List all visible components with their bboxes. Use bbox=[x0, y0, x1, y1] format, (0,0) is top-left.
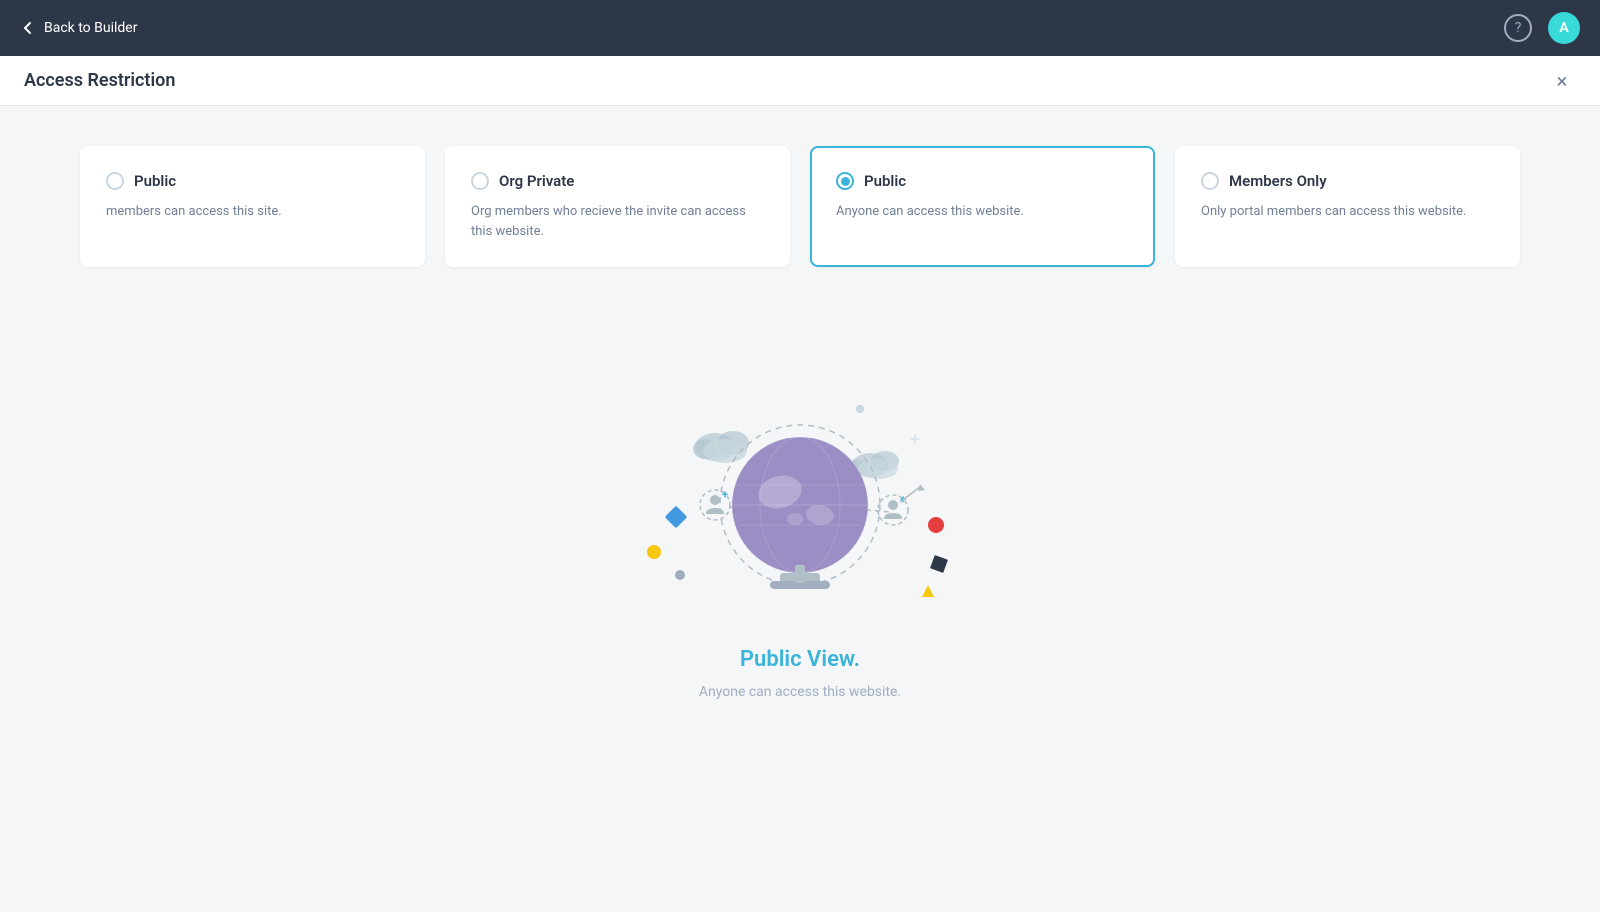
card-desc-2: Anyone can access this website. bbox=[836, 202, 1129, 222]
card-title-0: Public bbox=[134, 172, 176, 190]
caption-title: Public View. bbox=[740, 647, 860, 672]
topbar: Back to Builder ? A bbox=[0, 0, 1600, 56]
card-title-1: Org Private bbox=[499, 172, 574, 190]
radio-0 bbox=[106, 172, 124, 190]
card-members-only[interactable]: Members Only Only portal members can acc… bbox=[1175, 146, 1520, 267]
help-button[interactable]: ? bbox=[1504, 14, 1532, 42]
avatar[interactable]: A bbox=[1548, 12, 1580, 44]
card-radio-row-2: Public bbox=[836, 172, 1129, 190]
arrow-left-icon bbox=[20, 20, 36, 36]
card-desc-0: members can access this site. bbox=[106, 202, 399, 222]
card-public-selected[interactable]: Public Anyone can access this website. bbox=[810, 146, 1155, 267]
page-title: Access Restriction bbox=[24, 70, 175, 91]
close-button[interactable]: × bbox=[1548, 67, 1576, 95]
svg-text:+: + bbox=[722, 488, 728, 501]
access-cards-row: Public members can access this site. Org… bbox=[80, 146, 1520, 267]
radio-2 bbox=[836, 172, 854, 190]
back-label: Back to Builder bbox=[44, 20, 137, 36]
radio-inner-2 bbox=[841, 177, 850, 186]
back-to-builder-button[interactable]: Back to Builder bbox=[20, 20, 137, 36]
caption-desc: Anyone can access this website. bbox=[699, 684, 901, 700]
card-title-2: Public bbox=[864, 172, 906, 190]
radio-1 bbox=[471, 172, 489, 190]
card-org-private[interactable]: Org Private Org members who recieve the … bbox=[445, 146, 790, 267]
card-radio-row-1: Org Private bbox=[471, 172, 764, 190]
card-public-left[interactable]: Public members can access this site. bbox=[80, 146, 425, 267]
illustration-area: + + + bbox=[80, 327, 1520, 740]
card-radio-row-0: Public bbox=[106, 172, 399, 190]
illustration-svg: + + + bbox=[560, 347, 1040, 627]
topbar-right: ? A bbox=[1504, 12, 1580, 44]
svg-text:+: + bbox=[910, 429, 920, 450]
card-radio-row-3: Members Only bbox=[1201, 172, 1494, 190]
radio-3 bbox=[1201, 172, 1219, 190]
main-content: Public members can access this site. Org… bbox=[0, 106, 1600, 912]
globe-container: + + + bbox=[560, 347, 1040, 627]
card-desc-3: Only portal members can access this webs… bbox=[1201, 202, 1494, 222]
card-title-3: Members Only bbox=[1229, 172, 1327, 190]
titlebar: Access Restriction × bbox=[0, 56, 1600, 106]
card-desc-1: Org members who recieve the invite can a… bbox=[471, 202, 764, 241]
